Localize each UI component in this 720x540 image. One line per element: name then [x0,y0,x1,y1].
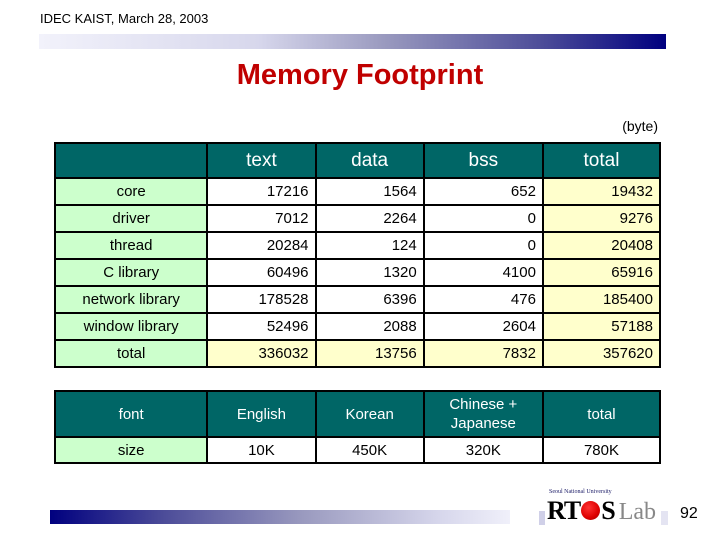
row-label: core [53,177,209,206]
slide-header: IDEC KAIST, March 28, 2003 [40,11,209,26]
chinese-japanese-size-cell: 320K [422,436,544,464]
data-cell: 6396 [314,285,425,314]
korean-size-cell: 450K [314,436,425,464]
total-cell: 65916 [541,258,662,287]
data-cell: 1320 [314,258,425,287]
row-label: C library [53,258,209,287]
data-total-cell: 13756 [314,339,425,368]
column-header-total: total [541,142,662,179]
bss-cell: 4100 [422,258,544,287]
total-cell: 57188 [541,312,662,341]
row-label: network library [53,285,209,314]
font-table-header-row: font English Korean Chinese + Japanese t… [53,390,662,438]
row-label: size [53,436,209,464]
table-row: C library 60496 1320 4100 65916 [53,258,662,287]
bss-cell: 0 [422,231,544,260]
text-cell: 178528 [206,285,317,314]
memory-footprint-table: text data bss total core 17216 1564 652 … [53,142,662,368]
row-label: window library [53,312,209,341]
data-cell: 2088 [314,312,425,341]
table-row: window library 52496 2088 2604 57188 [53,312,662,341]
table-row: driver 7012 2264 0 9276 [53,204,662,233]
english-size-cell: 10K [206,436,317,464]
logo-bar-right [661,511,668,525]
data-cell: 2264 [314,204,425,233]
table-row: thread 20284 124 0 20408 [53,231,662,260]
column-header-text: text [206,142,317,179]
text-cell: 20284 [206,231,317,260]
column-header-total: total [541,390,662,438]
bss-cell: 0 [422,204,544,233]
row-label: driver [53,204,209,233]
chinese-japanese-label: Chinese + Japanese [449,396,518,432]
row-label: thread [53,231,209,260]
unit-label: (byte) [622,118,658,134]
total-cell: 9276 [541,204,662,233]
table-header-row: text data bss total [53,142,662,179]
column-header-korean: Korean [314,390,425,438]
text-total-cell: 336032 [206,339,317,368]
rtos-lab-logo: Seoul National University RT S Lab [539,489,668,529]
font-size-table: font English Korean Chinese + Japanese t… [53,390,662,464]
text-cell: 17216 [206,177,317,206]
row-label: total [53,339,209,368]
bss-cell: 652 [422,177,544,206]
data-cell: 124 [314,231,425,260]
total-size-cell: 780K [541,436,662,464]
logo-name-prefix: RT [547,496,581,525]
text-cell: 52496 [206,312,317,341]
table-row: size 10K 450K 320K 780K [53,436,662,464]
column-header-blank [53,142,209,179]
column-header-font: font [53,390,209,438]
bss-cell: 2604 [422,312,544,341]
text-cell: 60496 [206,258,317,287]
column-header-data: data [314,142,425,179]
total-cell: 185400 [541,285,662,314]
bottom-gradient-bar [50,510,510,524]
column-header-bss: bss [422,142,544,179]
logo-subtitle: Seoul National University [549,489,612,495]
bss-cell: 476 [422,285,544,314]
logo-lab-text: Lab [618,499,656,525]
table-row: core 17216 1564 652 19432 [53,177,662,206]
table-row: network library 178528 6396 476 185400 [53,285,662,314]
grand-total-cell: 357620 [541,339,662,368]
logo-bar-left [539,511,545,525]
logo-wordmark: RT S Lab [547,496,656,526]
column-header-english: English [206,390,317,438]
logo-name-suffix: S [601,496,616,525]
text-cell: 7012 [206,204,317,233]
table-total-row: total 336032 13756 7832 357620 [53,339,662,368]
total-cell: 20408 [541,231,662,260]
bss-total-cell: 7832 [422,339,544,368]
total-cell: 19432 [541,177,662,206]
column-header-chinese-japanese: Chinese + Japanese [422,390,544,438]
top-gradient-bar [39,34,666,49]
red-circle-icon [581,501,601,520]
slide-title: Memory Footprint [236,59,484,91]
data-cell: 1564 [314,177,425,206]
page-number: 92 [680,505,698,522]
